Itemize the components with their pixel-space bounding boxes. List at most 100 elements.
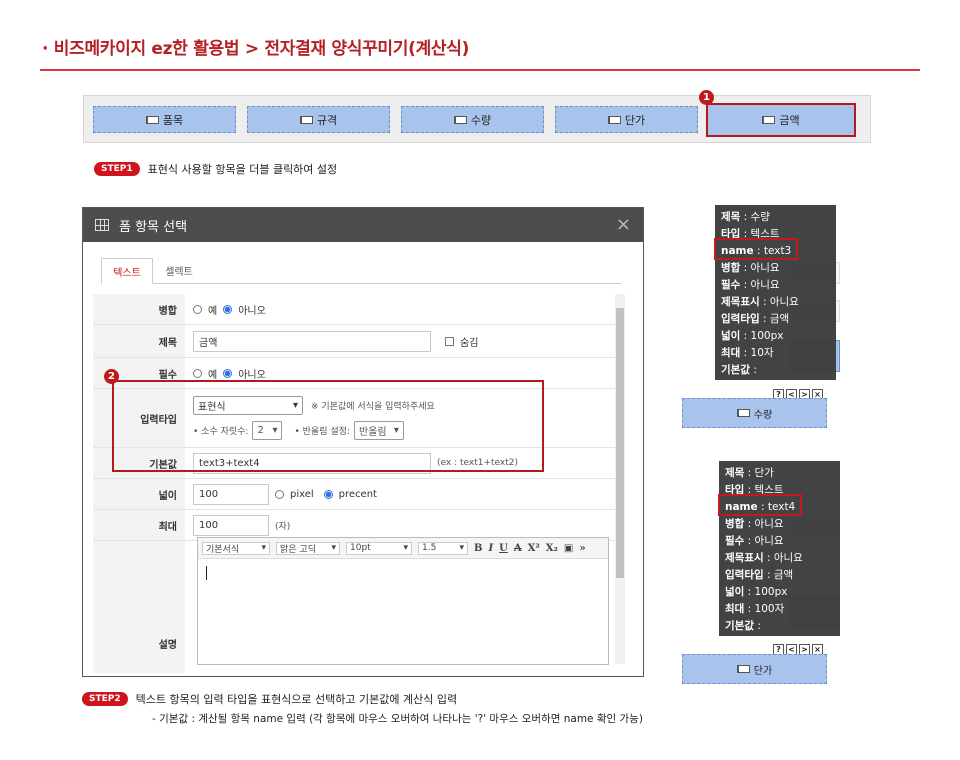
tooltip-line: 입력타입 : 금액: [725, 567, 834, 584]
text-cursor: [206, 566, 207, 580]
bold-icon[interactable]: B: [474, 543, 482, 554]
field-label: 단가: [624, 113, 646, 127]
tooltip-value: : 아니요: [740, 262, 780, 274]
chevron-down-icon: ▾: [459, 543, 464, 553]
superscript-icon[interactable]: X²: [528, 543, 540, 554]
description-label: 설명: [93, 541, 185, 673]
field-item-product[interactable]: 품목: [93, 106, 236, 133]
tooltip-key: 최대: [725, 603, 745, 615]
step2-text: 텍스트 항목의 입력 타입을 표현식으로 선택하고 기본값에 계산식 입력: [135, 693, 458, 706]
tooltip-line: 병합 : 아니요: [725, 516, 834, 533]
tooltip-line: 필수 : 아니요: [725, 533, 834, 550]
italic-icon[interactable]: I: [488, 543, 493, 554]
tooltip-key: 넓이: [721, 330, 741, 342]
title-divider: [40, 69, 920, 71]
width-label: 넓이: [93, 479, 185, 509]
format-dropdown[interactable]: 기본서식 ▾: [202, 541, 270, 555]
tooltip-key: 제목: [721, 211, 741, 223]
field-label: 수량: [753, 409, 773, 421]
row-subject: 제목 금액 숨김: [93, 325, 617, 358]
tooltip-key: 입력타입: [721, 313, 760, 325]
tooltip-key: 필수: [725, 535, 745, 547]
required-no-radio[interactable]: [223, 368, 233, 378]
field-item-amount[interactable]: 금액: [706, 103, 856, 137]
field-icon: [736, 409, 750, 417]
tooltip-value: : 아니요: [744, 535, 784, 547]
highlight-name-text4: [718, 494, 802, 516]
required-yes-label: 예: [208, 369, 218, 381]
field-label: 단가: [753, 665, 773, 677]
merge-no-label: 아니오: [238, 305, 266, 317]
tooltip-line: 입력타입 : 금액: [721, 311, 830, 328]
max-input[interactable]: 100: [193, 514, 269, 536]
form-field-bar: 품목 규격 수량 단가 금액: [83, 95, 871, 143]
field-info-tooltip-quantity: 제목 : 수량 타입 : 텍스트 name : text3 병합 : 아니요 필…: [715, 205, 836, 380]
tab-select[interactable]: 셀렉트: [153, 258, 205, 284]
pixel-label: pixel: [290, 488, 314, 500]
step2-tag: STEP2: [82, 692, 128, 706]
text-box-icon[interactable]: ▣: [564, 543, 573, 554]
close-icon[interactable]: ×: [616, 214, 631, 235]
tab-text[interactable]: 텍스트: [101, 258, 153, 284]
field-item-spec[interactable]: 규격: [247, 106, 390, 133]
strikethrough-icon[interactable]: A: [514, 543, 522, 554]
field-icon: [145, 115, 159, 124]
underline-icon[interactable]: U: [499, 543, 508, 554]
row-merge: 병합 예 아니오: [93, 294, 617, 325]
font-dropdown[interactable]: 맑은 고딕 ▾: [276, 541, 340, 555]
tooltip-key: 넓이: [725, 586, 745, 598]
pixel-radio[interactable]: [275, 489, 284, 499]
chevron-down-icon: ▾: [403, 543, 408, 553]
field-label: 규격: [316, 113, 338, 127]
tooltip-line: 필수 : 아니요: [721, 277, 830, 294]
subject-label: 제목: [93, 325, 185, 357]
size-dropdown[interactable]: 10pt ▾: [346, 541, 412, 555]
font-value: 맑은 고딕: [280, 544, 316, 555]
field-icon: [299, 115, 313, 124]
field-info-tooltip-unitprice: 제목 : 단가 타입 : 텍스트 name : text4 병합 : 아니요 필…: [719, 461, 840, 636]
dialog-scrollbar[interactable]: [615, 294, 625, 664]
merge-yes-radio[interactable]: [193, 304, 202, 314]
field-icon: [607, 115, 621, 124]
subject-input[interactable]: 금액: [193, 330, 431, 352]
page-title: · 비즈메카이지 ez한 활용법 > 전자결재 양식꾸미기(계산식): [42, 39, 470, 59]
tooltip-value: : 금액: [763, 569, 794, 581]
max-label: 최대: [93, 510, 185, 540]
tooltip-key: 기본값: [721, 364, 750, 376]
step1-text: 표현식 사용할 항목을 더블 클릭하여 설정: [147, 163, 338, 176]
tooltip-key: 병합: [725, 518, 745, 530]
description-editor[interactable]: 기본서식 ▾ 맑은 고딕 ▾ 10pt ▾ 1.5 ▾ B I U A X² X₂ ▣ …: [197, 537, 609, 665]
scrollbar-thumb[interactable]: [616, 308, 624, 578]
highlight-input-type-default: [112, 380, 544, 472]
tooltip-key: 제목표시: [725, 552, 764, 564]
field-item-unitprice[interactable]: 단가: [555, 106, 698, 133]
merge-no-radio[interactable]: [223, 304, 233, 314]
tooltip-key: 병합: [721, 262, 741, 274]
chevron-down-icon: ▾: [261, 543, 266, 553]
merge-label: 병합: [93, 294, 185, 324]
tooltip-line: 넓이 : 100px: [725, 584, 834, 601]
tooltip-key: 최대: [721, 347, 741, 359]
max-unit: (자): [275, 521, 291, 532]
percent-radio[interactable]: [323, 489, 333, 499]
table-icon: [95, 219, 109, 231]
field-icon: [736, 665, 750, 673]
hide-checkbox[interactable]: [445, 336, 454, 346]
more-icon[interactable]: »: [579, 543, 585, 554]
line-height-dropdown[interactable]: 1.5 ▾: [418, 541, 468, 555]
tooltip-line: 제목표시 : 아니요: [721, 294, 830, 311]
chevron-down-icon: ▾: [331, 543, 336, 553]
field-icon: [453, 115, 467, 124]
format-value: 기본서식: [206, 544, 240, 555]
step1-tag: STEP1: [94, 162, 140, 176]
field-item-quantity-detail[interactable]: 수량: [682, 398, 827, 428]
width-input[interactable]: 100: [193, 483, 269, 505]
field-item-unitprice-detail[interactable]: 단가: [682, 654, 827, 684]
tooltip-line: 제목표시 : 아니요: [725, 550, 834, 567]
subscript-icon[interactable]: X₂: [546, 543, 558, 554]
tooltip-line: 최대 : 10자: [721, 345, 830, 362]
field-item-quantity[interactable]: 수량: [401, 106, 544, 133]
tooltip-key: 필수: [721, 279, 741, 291]
required-yes-radio[interactable]: [193, 368, 202, 378]
tooltip-value: : 아니요: [763, 552, 803, 564]
